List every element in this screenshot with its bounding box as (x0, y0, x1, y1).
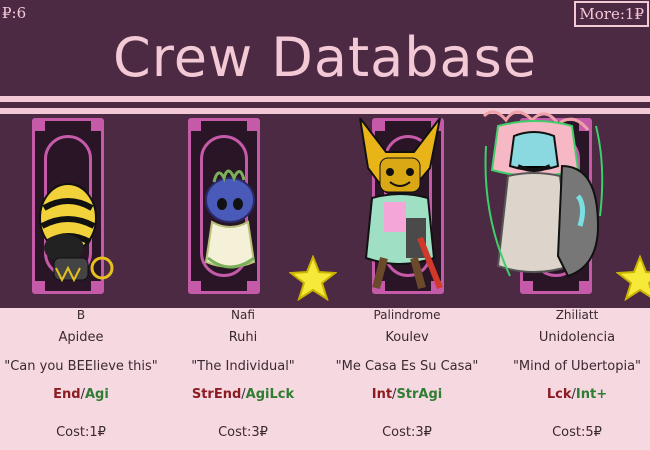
crew-cost: Cost:3₽ (382, 425, 432, 440)
crew-name: B (76, 308, 86, 322)
stat-debuff: Int+ (575, 387, 608, 402)
crew-stats: Lck/Int+ (546, 387, 608, 402)
crew-species: Unidolencia (538, 330, 616, 345)
crew-entry[interactable]: B Apidee "Can you BEElieve this" End/Agi… (0, 308, 162, 450)
crew-name: Nafi (231, 308, 255, 322)
stat-buff: End (53, 387, 81, 402)
currency-counter: ₽:6 (2, 4, 27, 22)
crew-entry[interactable]: Zhiliatt Unidolencia "Mind of Ubertopia"… (496, 308, 650, 450)
crew-species: Apidee (58, 330, 104, 345)
crew-quote: "The Individual" (191, 359, 295, 374)
zhiliatt-character-portrait (482, 110, 604, 278)
crew-entry[interactable]: Palindrome Koulev "Me Casa Es Su Casa" I… (326, 308, 488, 450)
crew-stats: End/Agi (53, 387, 109, 402)
star-icon (289, 255, 337, 301)
crew-quote: "Mind of Ubertopia" (512, 359, 642, 374)
stat-buff: Lck (546, 387, 572, 402)
crew-entry[interactable]: Nafi Ruhi "The Individual" StrEnd/AgiLck… (162, 308, 324, 450)
crew-species: Koulev (385, 330, 429, 345)
crew-name: Zhiliatt (555, 308, 599, 322)
stat-debuff: StrAgi (396, 387, 443, 402)
star-icon (616, 255, 650, 301)
crew-species: Ruhi (228, 330, 258, 345)
divider-stripe (0, 96, 650, 102)
nafi-character-portrait (204, 169, 256, 269)
stat-debuff: AgiLck (245, 387, 295, 402)
stat-debuff: Agi (85, 387, 109, 402)
crew-quote: "Me Casa Es Su Casa" (335, 359, 479, 374)
stat-buff: StrEnd (191, 387, 242, 402)
top-bar: ₽:6 More:1₽ (0, 0, 650, 28)
crew-quote: "Can you BEElieve this" (4, 359, 158, 374)
crew-name: Palindrome (373, 308, 441, 322)
more-button[interactable]: More:1₽ (574, 1, 649, 27)
crew-cost: Cost:3₽ (218, 425, 268, 440)
crew-stats: Int/StrAgi (371, 387, 443, 402)
crew-cost: Cost:5₽ (552, 425, 602, 440)
bee-character-portrait (39, 183, 114, 283)
page-title: Crew Database (113, 26, 537, 89)
palindrome-character-portrait (359, 118, 443, 290)
crew-info-panel: B Apidee "Can you BEElieve this" End/Agi… (0, 308, 650, 450)
crew-cost: Cost:1₽ (56, 425, 106, 440)
crew-stats: StrEnd/AgiLck (191, 387, 295, 402)
stat-buff: Int (371, 387, 393, 402)
